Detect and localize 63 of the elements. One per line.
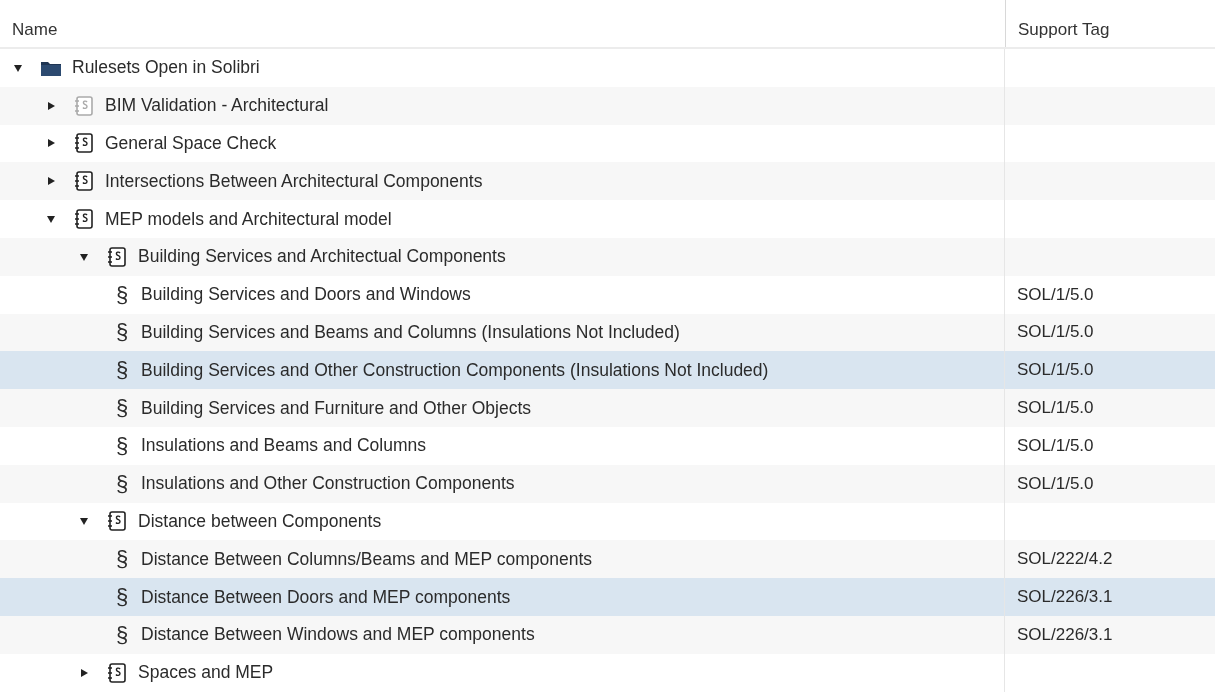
- ruleset-name: Intersections Between Architectural Components: [105, 170, 483, 192]
- rulebook-icon: [73, 132, 95, 155]
- rule-name: Insulations and Other Construction Components: [141, 473, 515, 495]
- tree-row[interactable]: BIM Validation - Architectural: [0, 86, 1215, 125]
- tree-row[interactable]: Spaces and MEP: [0, 653, 1215, 692]
- section-icon: §: [111, 432, 133, 459]
- rule-name: Distance Between Columns/Beams and MEP components: [141, 548, 593, 570]
- support-tag: SOL/222/4.2: [1017, 549, 1113, 570]
- collapsed-arrow-icon[interactable]: [45, 137, 57, 150]
- section-icon: §: [111, 281, 133, 308]
- support-tag: SOL/1/5.0: [1017, 360, 1094, 381]
- section-icon: §: [111, 470, 133, 497]
- support-tag: SOL/1/5.0: [1017, 435, 1094, 456]
- ruleset-name: BIM Validation - Architectural: [105, 95, 329, 117]
- rule-name: Building Services and Doors and Windows: [141, 284, 471, 306]
- support-tag: SOL/226/3.1: [1017, 587, 1113, 608]
- rulebook-icon: [73, 208, 95, 231]
- ruleset-name: MEP models and Architectural model: [105, 208, 392, 230]
- collapsed-arrow-icon[interactable]: [78, 666, 90, 679]
- section-icon: §: [111, 546, 133, 573]
- tree-row[interactable]: § Building Services and Other Construction Components (Insulations Not Included) SOL/1/5.0: [0, 351, 1215, 390]
- support-tag: SOL/226/3.1: [1017, 624, 1113, 645]
- tree-row[interactable]: § Distance Between Doors and MEP components SOL/226/3.1: [0, 578, 1215, 616]
- support-tag: SOL/1/5.0: [1017, 398, 1094, 419]
- rule-name: Insulations and Beams and Columns: [141, 435, 427, 457]
- rulebook-icon: [106, 510, 128, 533]
- tree-row[interactable]: § Building Services and Beams and Columns (Insulations Not Included) SOL/1/5.0: [0, 313, 1215, 352]
- rulebook-icon: [106, 661, 128, 684]
- rule-name: Building Services and Beams and Columns (Insulations Not Included): [141, 321, 680, 343]
- rule-name: Distance Between Doors and MEP components: [141, 586, 511, 608]
- tree-row[interactable]: MEP models and Architectural model: [0, 200, 1215, 238]
- collapsed-arrow-icon[interactable]: [45, 175, 57, 188]
- tree-row[interactable]: § Insulations and Other Construction Components SOL/1/5.0: [0, 464, 1215, 503]
- tree-row[interactable]: § Distance Between Windows and MEP components SOL/226/3.1: [0, 615, 1215, 654]
- tree-row[interactable]: § Insulations and Beams and Columns SOL/1/5.0: [0, 426, 1215, 465]
- ruleset-name: Rulesets Open in Solibri: [72, 57, 260, 79]
- tree-row[interactable]: § Building Services and Doors and Windows SOL/1/5.0: [0, 275, 1215, 314]
- ruleset-name: Building Services and Architectual Components: [138, 246, 506, 268]
- support-tag: SOL/1/5.0: [1017, 284, 1094, 305]
- tree-row[interactable]: Building Services and Architectual Components: [0, 238, 1215, 276]
- section-icon: §: [111, 395, 133, 422]
- section-icon: §: [111, 621, 133, 648]
- column-header[interactable]: Support Tag: [1005, 0, 1215, 47]
- support-tag: SOL/1/5.0: [1017, 322, 1094, 343]
- rulebook-icon: [73, 170, 95, 193]
- collapsed-arrow-icon[interactable]: [45, 99, 57, 112]
- tree-row[interactable]: Rulesets Open in Solibri: [0, 49, 1215, 87]
- rule-name: Building Services and Other Construction Components (Insulations Not Included): [141, 359, 769, 381]
- rulebook-icon: [73, 94, 95, 117]
- support-tag: SOL/1/5.0: [1017, 473, 1094, 494]
- rulebook-icon: [106, 245, 128, 268]
- section-icon: §: [111, 319, 133, 346]
- rule-name: Distance Between Windows and MEP components: [141, 624, 535, 646]
- tree-row[interactable]: Intersections Between Architectural Components: [0, 162, 1215, 201]
- column-header[interactable]: Name: [0, 0, 1005, 47]
- ruleset-name: Distance between Components: [138, 510, 382, 532]
- ruleset-name: Spaces and MEP: [138, 662, 274, 684]
- ruleset-name: General Space Check: [105, 133, 277, 154]
- section-icon: §: [111, 584, 133, 611]
- tree-row[interactable]: § Distance Between Columns/Beams and MEP components SOL/222/4.2: [0, 540, 1215, 579]
- tree-row[interactable]: § Building Services and Furniture and Other Objects SOL/1/5.0: [0, 389, 1215, 427]
- rule-name: Building Services and Furniture and Other Objects: [141, 397, 532, 419]
- section-icon: §: [111, 357, 133, 384]
